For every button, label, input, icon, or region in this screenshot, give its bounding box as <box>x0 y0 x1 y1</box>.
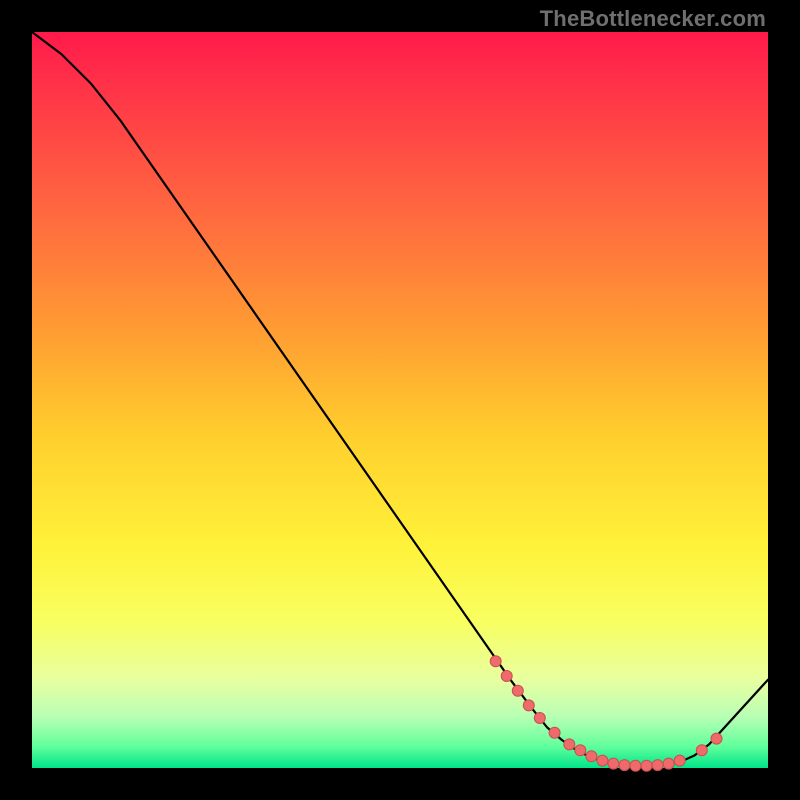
marker-point <box>663 758 674 769</box>
highlight-markers <box>490 656 722 772</box>
chart-stage: TheBottlenecker.com <box>0 0 800 800</box>
plot-area <box>32 32 768 768</box>
marker-point <box>549 727 560 738</box>
marker-point <box>523 700 534 711</box>
marker-point <box>696 745 707 756</box>
marker-point <box>608 758 619 769</box>
marker-point <box>534 713 545 724</box>
marker-point <box>641 760 652 771</box>
marker-point <box>619 760 630 771</box>
marker-point <box>674 755 685 766</box>
credit-label: TheBottlenecker.com <box>540 6 766 32</box>
marker-point <box>711 733 722 744</box>
curve-svg <box>32 32 768 768</box>
marker-point <box>512 685 523 696</box>
bottleneck-curve <box>32 32 768 767</box>
marker-point <box>575 745 586 756</box>
marker-point <box>490 656 501 667</box>
marker-point <box>586 751 597 762</box>
marker-point <box>564 739 575 750</box>
marker-point <box>597 755 608 766</box>
marker-point <box>652 760 663 771</box>
marker-point <box>501 671 512 682</box>
marker-point <box>630 760 641 771</box>
